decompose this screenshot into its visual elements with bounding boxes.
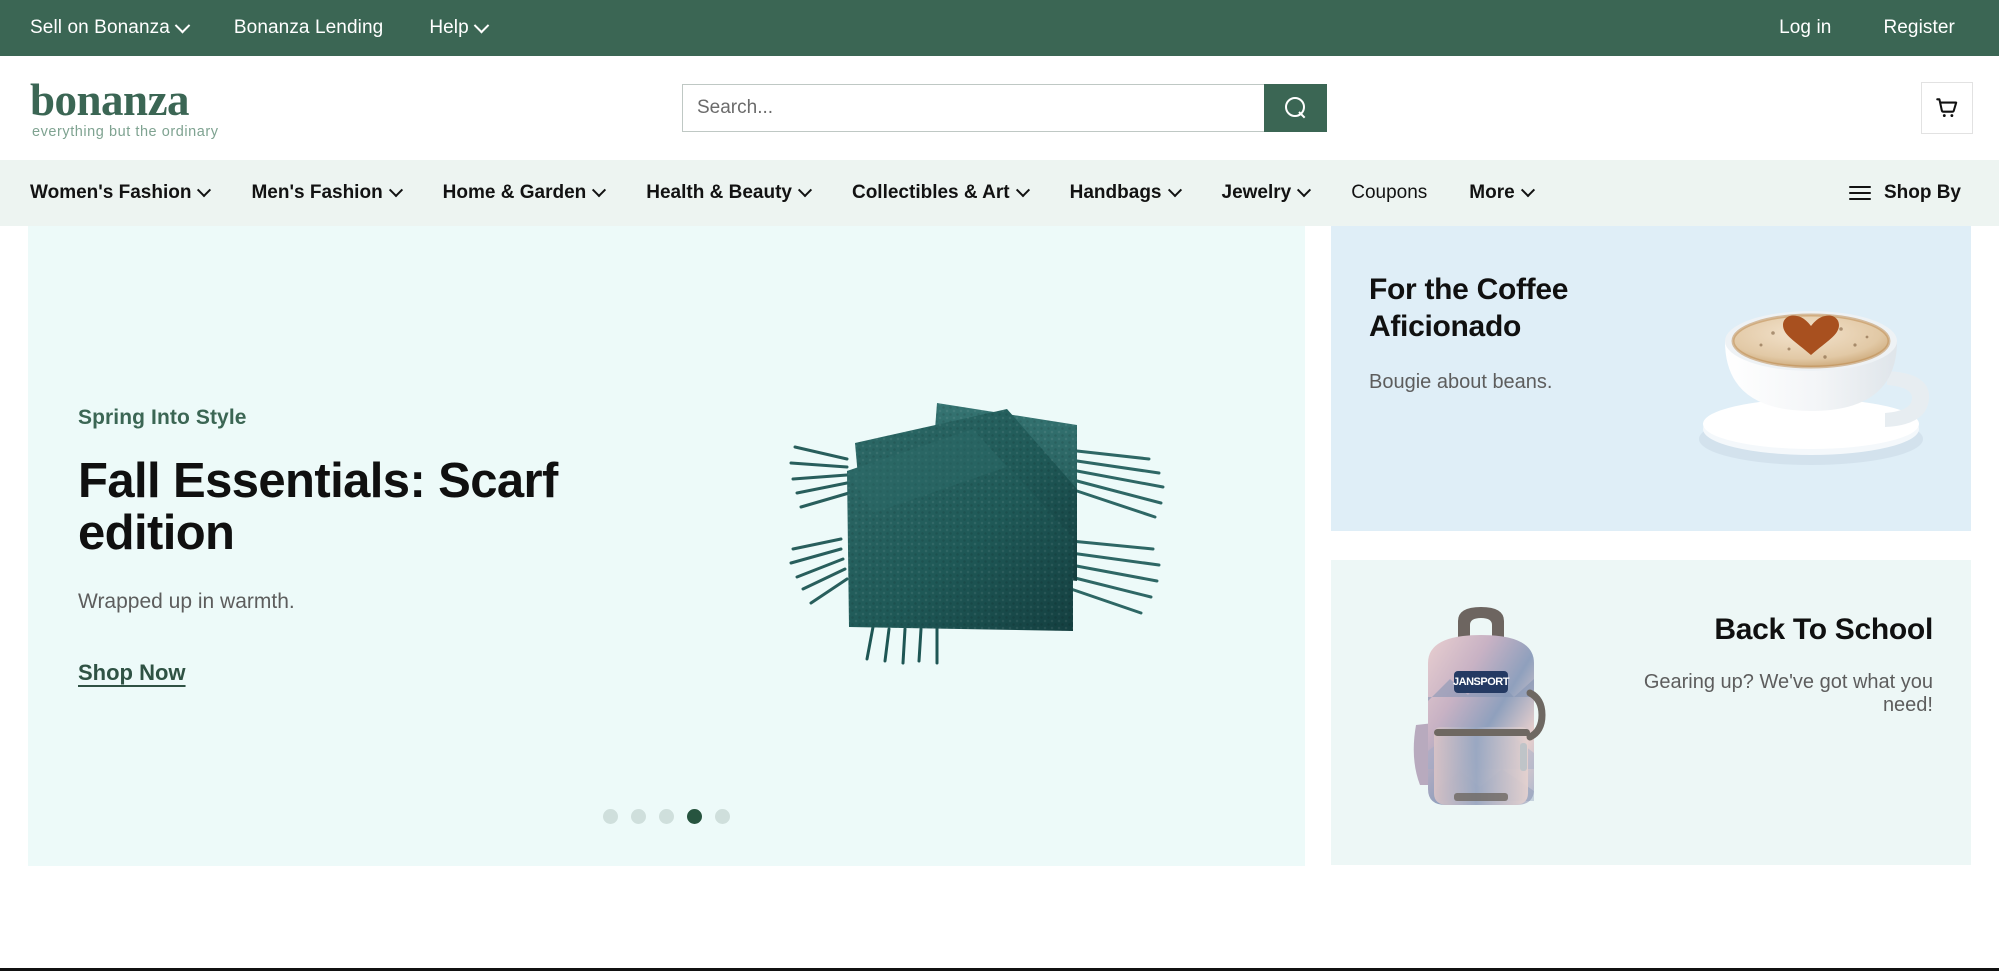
site-header: bonanza everything but the ordinary bbox=[0, 56, 1999, 160]
site-logo[interactable]: bonanza everything but the ordinary bbox=[30, 76, 265, 140]
chevron-down-icon bbox=[1167, 183, 1181, 197]
backpack-illustration: JANSPORT bbox=[1396, 593, 1566, 833]
hero-subtitle: Wrapped up in warmth. bbox=[78, 590, 648, 614]
hero-eyebrow: Spring Into Style bbox=[78, 406, 648, 430]
hero-banner[interactable]: Spring Into Style Fall Essentials: Scarf… bbox=[28, 226, 1305, 866]
hero-image bbox=[648, 226, 1305, 866]
utility-bar-right-links: Log in Register bbox=[1779, 17, 1971, 39]
carousel-dot-4-active[interactable] bbox=[687, 809, 702, 824]
svg-text:JANSPORT: JANSPORT bbox=[1453, 676, 1510, 688]
promo-coffee-text: For the Coffee Aficionado Bougie about b… bbox=[1331, 226, 1661, 531]
chevron-down-icon bbox=[175, 17, 191, 33]
promo-coffee-title: For the Coffee Aficionado bbox=[1369, 272, 1661, 345]
carousel-dot-1[interactable] bbox=[603, 809, 618, 824]
nav-item-label: Collectibles & Art bbox=[852, 182, 1010, 204]
nav-item-label: Men's Fashion bbox=[251, 182, 382, 204]
search-button[interactable] bbox=[1264, 84, 1327, 132]
nav-item-handbags[interactable]: Handbags bbox=[1070, 182, 1180, 204]
register-link[interactable]: Register bbox=[1883, 17, 1955, 39]
nav-item-coupons[interactable]: Coupons bbox=[1351, 182, 1427, 204]
utility-link-bonanza-lending[interactable]: Bonanza Lending bbox=[234, 17, 383, 39]
cart-button[interactable] bbox=[1921, 82, 1973, 134]
promo-school-text: Back To School Gearing up? We've got wha… bbox=[1631, 560, 1971, 865]
nav-item-label: Women's Fashion bbox=[30, 182, 191, 204]
hero-text-block: Spring Into Style Fall Essentials: Scarf… bbox=[28, 406, 648, 686]
chevron-down-icon bbox=[1297, 183, 1311, 197]
promo-card-back-to-school[interactable]: Back To School Gearing up? We've got wha… bbox=[1331, 560, 1971, 865]
nav-item-womens-fashion[interactable]: Women's Fashion bbox=[30, 182, 209, 204]
search-input[interactable] bbox=[682, 84, 1264, 132]
category-nav-items: Women's Fashion Men's Fashion Home & Gar… bbox=[30, 182, 1533, 204]
nav-item-label: More bbox=[1469, 182, 1514, 204]
chevron-down-icon bbox=[1521, 183, 1535, 197]
utility-link-help[interactable]: Help bbox=[429, 17, 486, 39]
nav-item-jewelry[interactable]: Jewelry bbox=[1222, 182, 1310, 204]
carousel-dot-5[interactable] bbox=[715, 809, 730, 824]
logo-wordmark: bonanza bbox=[30, 78, 265, 123]
hero-title: Fall Essentials: Scarf edition bbox=[78, 456, 588, 560]
shopping-cart-icon bbox=[1934, 95, 1960, 121]
chevron-down-icon bbox=[798, 183, 812, 197]
search-bar bbox=[682, 84, 1327, 132]
main-content: Spring Into Style Fall Essentials: Scarf… bbox=[0, 226, 1999, 884]
utility-bar-left-links: Sell on Bonanza Bonanza Lending Help bbox=[30, 17, 487, 39]
nav-item-collectibles-and-art[interactable]: Collectibles & Art bbox=[852, 182, 1028, 204]
nav-item-label: Coupons bbox=[1351, 182, 1427, 204]
promo-column: For the Coffee Aficionado Bougie about b… bbox=[1331, 226, 1971, 884]
login-link[interactable]: Log in bbox=[1779, 17, 1831, 39]
hamburger-menu-icon bbox=[1849, 186, 1871, 200]
chevron-down-icon bbox=[1016, 183, 1030, 197]
nav-item-health-and-beauty[interactable]: Health & Beauty bbox=[646, 182, 810, 204]
promo-coffee-subtitle: Bougie about beans. bbox=[1369, 371, 1661, 394]
utility-link-sell-on-bonanza[interactable]: Sell on Bonanza bbox=[30, 17, 188, 39]
nav-item-label: Home & Garden bbox=[443, 182, 587, 204]
utility-link-label: Help bbox=[429, 17, 468, 39]
chevron-down-icon bbox=[197, 183, 211, 197]
shop-by-button[interactable]: Shop By bbox=[1849, 182, 1969, 204]
promo-school-title: Back To School bbox=[1631, 612, 1933, 649]
carousel-dot-2[interactable] bbox=[631, 809, 646, 824]
carousel-dots bbox=[28, 809, 1305, 824]
nav-item-home-and-garden[interactable]: Home & Garden bbox=[443, 182, 605, 204]
promo-school-image: JANSPORT bbox=[1331, 560, 1631, 865]
nav-item-more[interactable]: More bbox=[1469, 182, 1532, 204]
nav-item-label: Health & Beauty bbox=[646, 182, 792, 204]
nav-item-label: Jewelry bbox=[1222, 182, 1292, 204]
logo-tagline: everything but the ordinary bbox=[30, 124, 265, 140]
chevron-down-icon bbox=[592, 183, 606, 197]
promo-card-coffee[interactable]: For the Coffee Aficionado Bougie about b… bbox=[1331, 226, 1971, 531]
promo-coffee-image bbox=[1661, 226, 1971, 531]
carousel-dot-3[interactable] bbox=[659, 809, 674, 824]
hero-shop-now-link[interactable]: Shop Now bbox=[78, 660, 186, 686]
search-icon bbox=[1285, 97, 1307, 119]
shop-by-label: Shop By bbox=[1884, 182, 1961, 204]
chevron-down-icon bbox=[474, 17, 490, 33]
coffee-cup-illustration bbox=[1691, 279, 1941, 479]
nav-item-label: Handbags bbox=[1070, 182, 1162, 204]
page-bottom-rule bbox=[0, 968, 1999, 971]
promo-school-subtitle: Gearing up? We've got what you need! bbox=[1631, 671, 1933, 717]
chevron-down-icon bbox=[389, 183, 403, 197]
utility-link-label: Sell on Bonanza bbox=[30, 17, 170, 39]
category-nav: Women's Fashion Men's Fashion Home & Gar… bbox=[0, 160, 1999, 226]
utility-bar: Sell on Bonanza Bonanza Lending Help Log… bbox=[0, 0, 1999, 56]
nav-item-mens-fashion[interactable]: Men's Fashion bbox=[251, 182, 400, 204]
utility-link-label: Bonanza Lending bbox=[234, 17, 383, 39]
scarf-illustration bbox=[777, 381, 1177, 671]
